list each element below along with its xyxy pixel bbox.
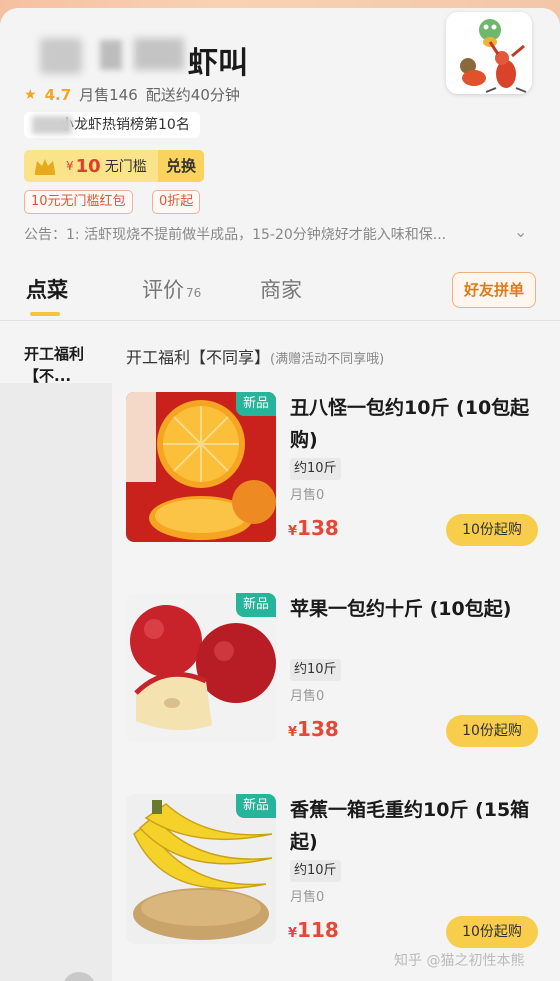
redeem-button[interactable]: 兑换 xyxy=(157,150,204,182)
price-value: 138 xyxy=(297,516,339,540)
coupon-text: 无门槛 xyxy=(104,159,147,175)
product-sales: 月售0 xyxy=(290,488,325,503)
price-value: 118 xyxy=(297,918,339,942)
tab-active-indicator xyxy=(30,312,60,316)
product-card[interactable]: 新品 丑八怪一包约10斤 (10包起购) 约10斤 月售0 ¥138 10份起购 xyxy=(126,392,546,552)
group-order-button[interactable]: 好友拼单 xyxy=(452,272,536,308)
product-weight: 约10斤 xyxy=(290,458,341,480)
new-badge: 新品 xyxy=(236,593,276,617)
min-order-button[interactable]: 10份起购 xyxy=(446,916,538,948)
crayfish-mascot-icon xyxy=(446,12,532,94)
watermark: 知乎 @猫之初性本熊 xyxy=(394,953,525,969)
section-subtitle: (满赠活动不同享哦) xyxy=(270,352,385,367)
sidebar-item-active[interactable]: 开工福利【不... xyxy=(0,321,112,385)
price-value: 138 xyxy=(297,717,339,741)
tab-order[interactable]: 点菜 xyxy=(26,274,68,304)
new-badge: 新品 xyxy=(236,794,276,818)
product-name[interactable]: 丑八怪一包约10斤 (10包起购) xyxy=(290,392,546,456)
tab-reviews-label: 评价 xyxy=(142,278,184,302)
delivery-time: 配送约40分钟 xyxy=(145,86,240,104)
store-name-mask-2 xyxy=(100,40,122,70)
price-currency: ¥ xyxy=(288,524,298,539)
store-name: 虾叫 xyxy=(188,46,248,81)
product-price: ¥138 xyxy=(288,717,339,741)
sidebar-item-label: 开工福利【不... xyxy=(24,345,85,385)
product-price: ¥138 xyxy=(288,516,339,540)
product-sales: 月售0 xyxy=(290,890,325,905)
price-currency: ¥ xyxy=(288,725,298,740)
product-weight: 约10斤 xyxy=(290,860,341,882)
coupon-bar[interactable]: ¥ 10 无门槛 兑换 xyxy=(24,150,204,182)
product-card[interactable]: 新品 香蕉一箱毛重约10斤 (15箱起) 约10斤 月售0 ¥118 10份起购 xyxy=(126,794,546,954)
category-sidebar: 开工福利【不... xyxy=(0,321,112,981)
store-notice[interactable]: 公告：1: 活虾现烧不提前做半成品，15-20分钟烧好才能入味和保... xyxy=(24,224,504,244)
red-packet-tag: 10元无门槛红包 xyxy=(24,190,133,214)
rating-row: ★ 4.7 月售146 配送约40分钟 xyxy=(24,84,240,105)
coupon-amount: 10 xyxy=(75,155,101,177)
store-name-mask-1 xyxy=(40,38,82,74)
price-currency: ¥ xyxy=(288,926,298,941)
monthly-sales: 月售146 xyxy=(79,86,138,104)
product-sales: 月售0 xyxy=(290,689,325,704)
min-order-button[interactable]: 10份起购 xyxy=(446,514,538,546)
coupon-currency: ¥ xyxy=(66,159,74,173)
tab-reviews[interactable]: 评价 76 xyxy=(142,274,201,304)
rank-mask xyxy=(32,116,72,134)
store-name-mask-3 xyxy=(134,38,184,70)
section-title: 开工福利【不同享】(满赠活动不同享哦) xyxy=(126,344,384,368)
product-name[interactable]: 苹果一包约十斤 (10包起) xyxy=(290,593,546,625)
crown-icon xyxy=(30,155,60,177)
tab-reviews-count: 76 xyxy=(186,286,202,300)
min-order-button[interactable]: 10份起购 xyxy=(446,715,538,747)
product-price: ¥118 xyxy=(288,918,339,942)
product-weight: 约10斤 xyxy=(290,659,341,681)
tab-merchant[interactable]: 商家 xyxy=(260,274,302,304)
star-icon: ★ xyxy=(24,86,37,103)
store-logo[interactable] xyxy=(446,12,532,94)
store-rating: 4.7 xyxy=(44,85,72,104)
discount-tag: 0折起 xyxy=(152,190,201,214)
section-title-text: 开工福利【不同享】 xyxy=(126,348,271,367)
product-name[interactable]: 香蕉一箱毛重约10斤 (15箱起) xyxy=(290,794,546,858)
chevron-down-icon[interactable]: ⌄ xyxy=(514,222,527,241)
new-badge: 新品 xyxy=(236,392,276,416)
product-card[interactable]: 新品 苹果一包约十斤 (10包起) 约10斤 月售0 ¥138 10份起购 xyxy=(126,593,546,753)
